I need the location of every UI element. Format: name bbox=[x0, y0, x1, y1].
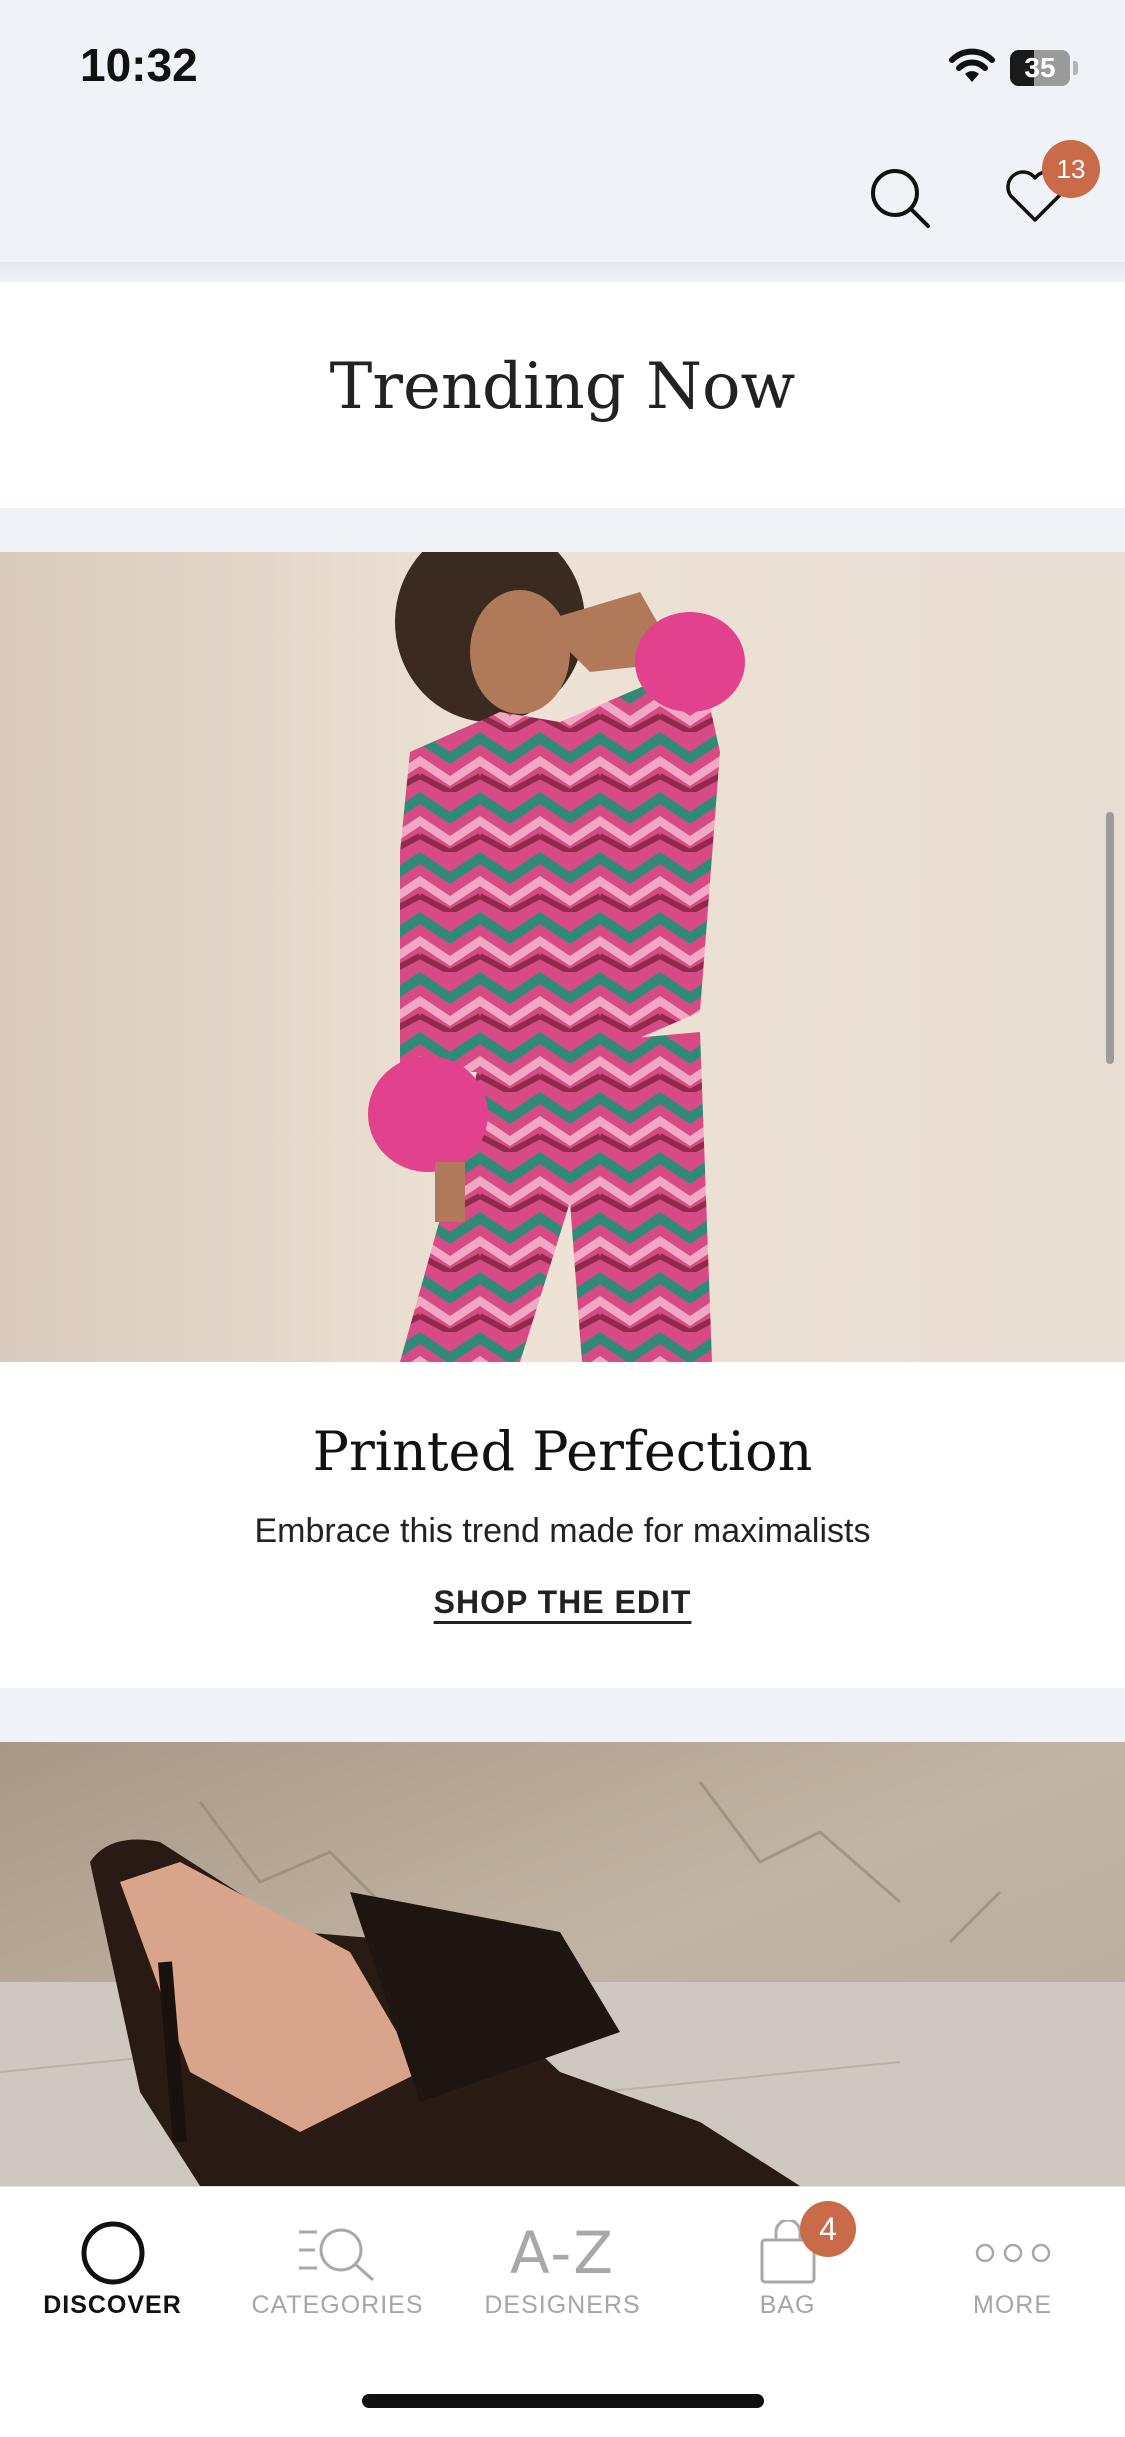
tab-bag[interactable]: BAG bbox=[675, 2187, 900, 2337]
dots-icon bbox=[975, 2243, 1050, 2263]
tab-designers[interactable]: A-Z DESIGNERS bbox=[450, 2187, 675, 2337]
promo-subtitle: Embrace this trend made for maximalists bbox=[254, 1512, 871, 1550]
list-search-icon bbox=[298, 2228, 374, 2282]
search-button[interactable] bbox=[868, 166, 934, 237]
header-divider bbox=[0, 262, 1125, 282]
section-title: Trending Now bbox=[329, 350, 796, 424]
tab-more[interactable]: MORE bbox=[900, 2187, 1125, 2337]
wishlist-count-badge: 13 bbox=[1042, 140, 1100, 198]
hero-image-shoes[interactable] bbox=[0, 1742, 1125, 2186]
battery-level: 35 bbox=[1024, 52, 1056, 83]
status-time: 10:32 bbox=[80, 39, 198, 91]
tab-designers-label: DESIGNERS bbox=[484, 2291, 641, 2319]
tab-more-label: MORE bbox=[973, 2291, 1052, 2319]
circle-icon bbox=[81, 2221, 144, 2285]
tab-categories-label: CATEGORIES bbox=[251, 2291, 424, 2319]
status-bar: 10:32 35 bbox=[0, 0, 1125, 130]
bag-count-badge: 4 bbox=[800, 2201, 856, 2257]
tab-bag-label: BAG bbox=[759, 2291, 816, 2319]
promo-card: Printed Perfection Embrace this trend ma… bbox=[0, 1362, 1125, 1688]
search-icon bbox=[871, 169, 930, 228]
shop-the-edit-link[interactable]: SHOP THE EDIT bbox=[434, 1584, 692, 1620]
battery-icon: 35 bbox=[1010, 50, 1070, 86]
wifi-icon bbox=[948, 48, 996, 89]
shop-the-edit-link-wrap: SHOP THE EDIT bbox=[0, 1584, 1125, 1621]
tab-discover[interactable]: DISCOVER bbox=[0, 2187, 225, 2337]
scroll-indicator[interactable] bbox=[1106, 812, 1114, 1064]
home-indicator[interactable] bbox=[362, 2394, 764, 2408]
a-z-icon: A-Z bbox=[509, 2219, 616, 2287]
promo-title: Printed Perfection bbox=[312, 1420, 813, 1483]
hero-image-printed-perfection[interactable] bbox=[0, 552, 1125, 1362]
tab-discover-label: DISCOVER bbox=[43, 2291, 182, 2319]
tab-categories[interactable]: CATEGORIES bbox=[225, 2187, 450, 2337]
battery-tip bbox=[1073, 61, 1078, 75]
section-header: Trending Now bbox=[0, 282, 1125, 508]
